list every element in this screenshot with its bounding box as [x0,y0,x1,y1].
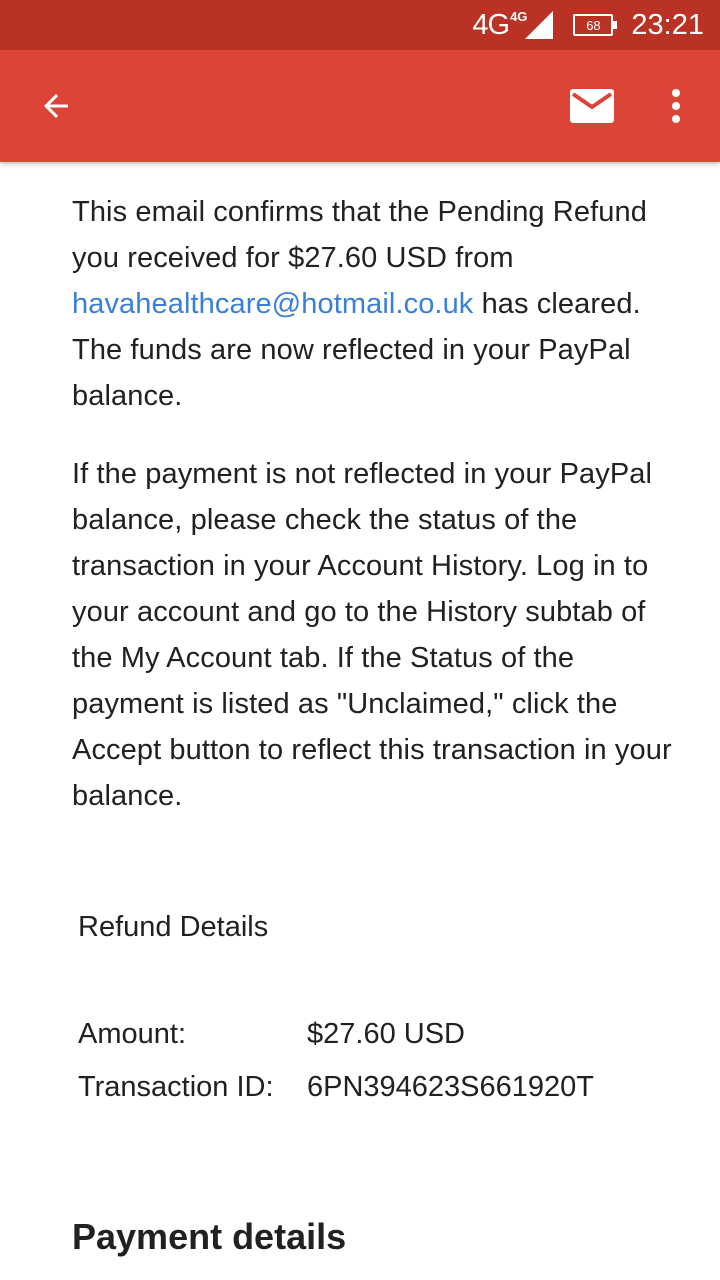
para1-text-start: This email confirms that the Pending Ref… [72,196,647,274]
amount-value: $27.60 USD [307,1018,465,1050]
mail-button[interactable] [562,76,622,136]
amount-row: Amount: $27.60 USD [78,1011,465,1057]
app-bar [0,50,720,162]
payment-details-heading: Payment details [72,1216,347,1257]
clock: 23:21 [631,8,704,41]
more-options-button[interactable] [646,76,706,136]
back-button[interactable] [26,76,86,136]
signal-icon [525,11,554,39]
transaction-row: Transaction ID: 6PN394623S661920T [78,1064,594,1110]
network-type: 4G [472,9,510,41]
transaction-label: Transaction ID: [78,1071,274,1103]
instructions-paragraph: If the payment is not reflected in your … [72,458,672,812]
sender-email-link[interactable]: havahealthcare@hotmail.co.uk [72,288,473,320]
refund-details-title: Refund Details [78,911,269,943]
mail-icon [570,89,614,123]
amount-label: Amount: [78,1018,186,1050]
transaction-value: 6PN394623S661920T [307,1071,595,1103]
status-bar: 4G 4G 68 23:21 [0,0,720,50]
battery-icon: 68 [573,14,618,36]
arrow-back-icon [44,94,68,118]
battery-level: 68 [586,17,601,33]
confirmation-paragraph: This email confirms that the Pending Ref… [72,189,672,419]
network-indicator: 4G 4G [472,9,527,41]
more-vert-icon [672,89,680,123]
